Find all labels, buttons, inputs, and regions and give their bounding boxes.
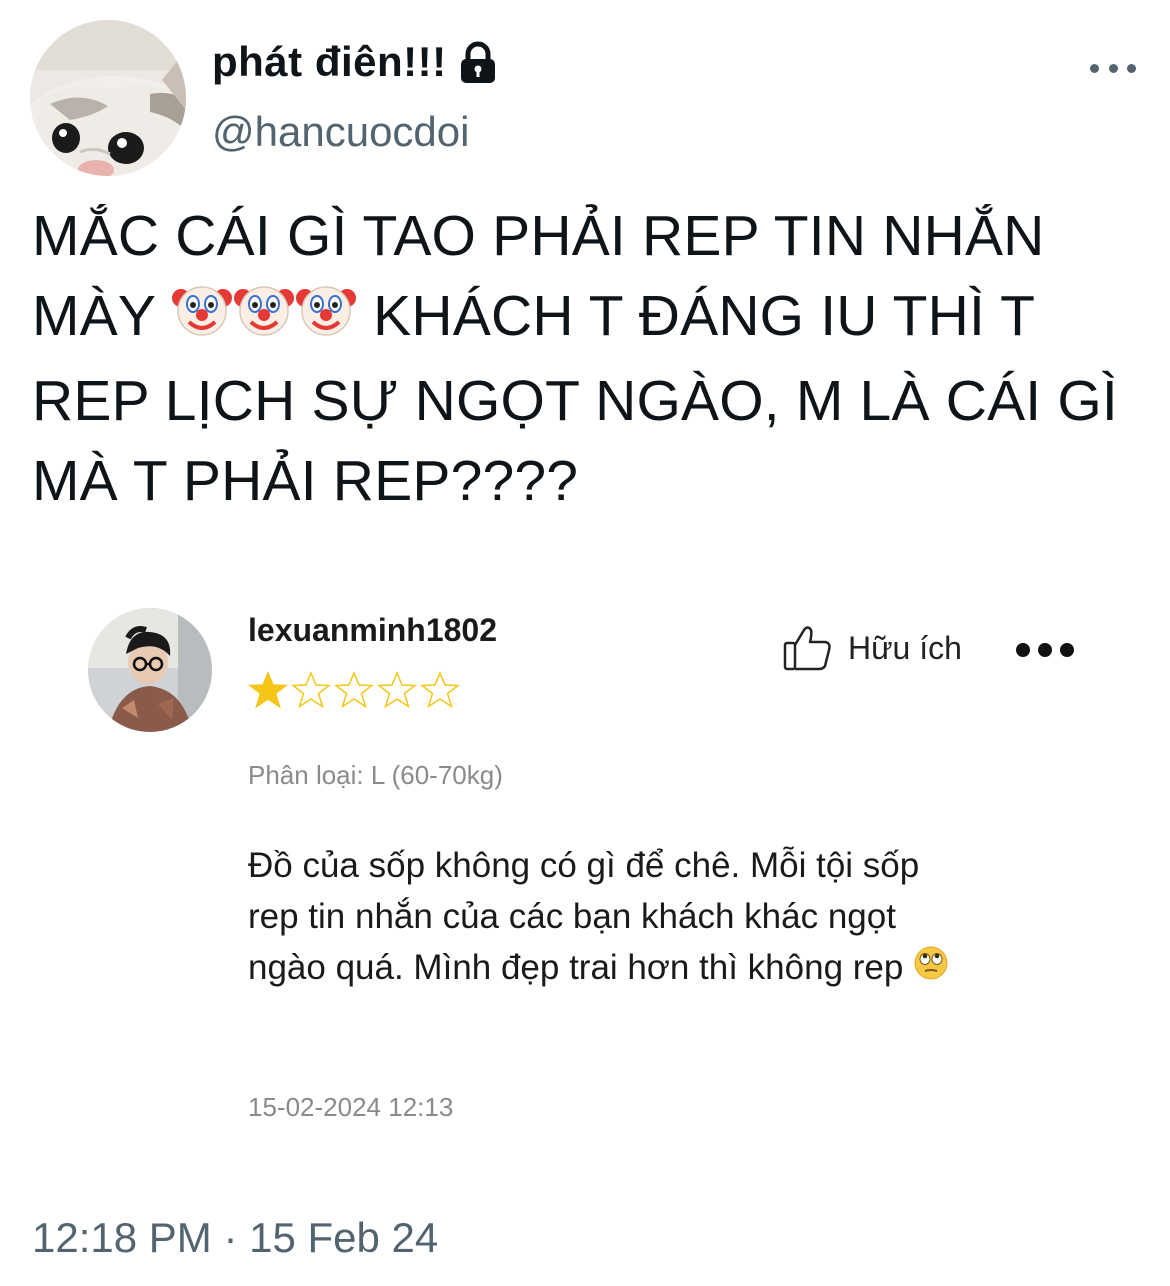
more-dot bbox=[1016, 643, 1030, 657]
review-date: 15-02-2024 bbox=[248, 1092, 381, 1122]
product-variant: Phân loại: L (60-70kg) bbox=[248, 760, 503, 790]
more-dot bbox=[1127, 63, 1136, 73]
clown-face-emoji bbox=[295, 278, 357, 361]
star-empty-icon bbox=[420, 671, 460, 709]
tweet-text-line-2-prefix: MÀY bbox=[32, 284, 156, 348]
user-avatar[interactable] bbox=[30, 20, 186, 176]
tweet-header: phát điên!!! @hancuocdoi bbox=[30, 20, 1140, 180]
reviewer-avatar bbox=[88, 608, 212, 732]
thumbs-up-icon bbox=[783, 626, 831, 671]
reviewer-username[interactable]: lexuanminh1802 bbox=[248, 612, 497, 649]
star-empty-icon bbox=[334, 671, 374, 709]
review-time: 12:13 bbox=[388, 1092, 454, 1122]
more-dot bbox=[1060, 643, 1074, 657]
tweet-timestamp[interactable]: 12:18 PM · 15 Feb 24 bbox=[32, 1214, 438, 1262]
clown-face-emoji bbox=[233, 278, 295, 361]
review-timestamp: 15-02-2024 12:13 bbox=[248, 1092, 453, 1123]
tweet-text-line-1: MẮC CÁI GÌ TAO PHẢI REP TIN NHẮN bbox=[32, 204, 1045, 268]
review-body: Đồ của sốp không có gì để chê. Mỗi tội s… bbox=[248, 840, 968, 995]
user-handle[interactable]: @hancuocdoi bbox=[212, 108, 469, 156]
helpful-button[interactable]: Hữu ích bbox=[782, 622, 962, 674]
tweet-text-line-4: MÀ T PHẢI REP???? bbox=[32, 449, 579, 514]
display-name-row: phát điên!!! bbox=[212, 38, 499, 86]
face-with-rolling-eyes-emoji bbox=[913, 944, 949, 995]
display-name[interactable]: phát điên!!! bbox=[212, 38, 447, 86]
review-body-text: Đồ của sốp không có gì để chê. Mỗi tội s… bbox=[248, 846, 920, 987]
more-dot bbox=[1108, 63, 1118, 73]
tweet-text: MẮC CÁI GÌ TAO PHẢI REP TIN NHẮN MÀY KHÁ… bbox=[32, 196, 1152, 521]
review-screenshot[interactable]: lexuanminh1802 Hữu ích Phân loại: L (60-… bbox=[88, 600, 1088, 1140]
lock-icon bbox=[457, 40, 499, 84]
tweet-text-line-3: REP LỊCH SỰ NGỌT NGÀO, M LÀ CÁI GÌ bbox=[32, 369, 1118, 434]
helpful-label: Hữu ích bbox=[848, 629, 962, 666]
tweet-text-line-2-suffix: KHÁCH T ĐÁNG IU THÌ T bbox=[357, 284, 1036, 348]
review-more-button[interactable] bbox=[1016, 642, 1074, 658]
cat-avatar-image bbox=[30, 20, 186, 176]
tweet-text-line-2: MÀY KHÁCH T ĐÁNG IU THÌ T bbox=[32, 276, 1152, 361]
clown-face-emoji bbox=[171, 278, 233, 361]
more-dot bbox=[1090, 63, 1099, 73]
star-empty-icon bbox=[377, 671, 417, 709]
star-rating bbox=[248, 670, 460, 710]
star-empty-icon bbox=[291, 671, 331, 709]
star-filled-icon bbox=[248, 671, 288, 709]
more-dot bbox=[1038, 643, 1052, 657]
more-options-button[interactable] bbox=[1090, 56, 1136, 80]
